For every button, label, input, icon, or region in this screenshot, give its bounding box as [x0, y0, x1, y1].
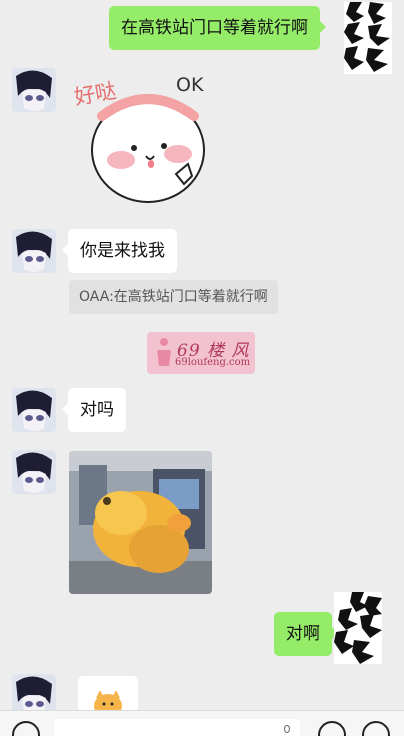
pooh-bear-photo [69, 451, 212, 594]
chat-input-bar [0, 710, 404, 736]
sticker-bear-ok[interactable]: 好哒 OK [66, 64, 216, 214]
anime-avatar-image [12, 450, 56, 494]
quoted-message[interactable]: OAA:在高铁站门口等着就行啊 [69, 280, 278, 314]
houndstooth-avatar-image [334, 592, 382, 664]
watermark-logo: 69 楼 风 69loufeng.com [147, 332, 255, 374]
woman-figure-icon [157, 338, 171, 366]
contact-avatar[interactable] [12, 450, 56, 494]
message-bubble-right[interactable]: 在高铁站门口等着就行啊 [109, 6, 326, 50]
emoji-icon[interactable] [318, 721, 346, 736]
self-avatar[interactable] [334, 592, 382, 664]
watermark-url-text: 69loufeng.com [175, 357, 251, 368]
message-input[interactable] [54, 719, 300, 736]
voice-icon[interactable] [12, 721, 40, 736]
self-avatar[interactable] [344, 2, 392, 74]
contact-avatar[interactable] [12, 229, 56, 273]
image-message[interactable] [69, 451, 212, 594]
message-bubble-left[interactable]: 你是来找我 [62, 229, 177, 273]
plus-icon[interactable] [362, 721, 390, 736]
houndstooth-avatar-image [344, 2, 392, 74]
sticker-partial-cat[interactable] [78, 676, 138, 712]
anime-avatar-image [12, 229, 56, 273]
cat-sticker-image [94, 690, 122, 712]
input-cursor-icon [284, 725, 290, 733]
message-bubble-right[interactable]: 对啊 [274, 612, 338, 656]
anime-avatar-image [12, 388, 56, 432]
contact-avatar[interactable] [12, 68, 56, 112]
sticker-caption-ok: OK [176, 74, 204, 96]
anime-avatar-image [12, 68, 56, 112]
message-bubble-left[interactable]: 对吗 [62, 388, 126, 432]
contact-avatar[interactable] [12, 388, 56, 432]
